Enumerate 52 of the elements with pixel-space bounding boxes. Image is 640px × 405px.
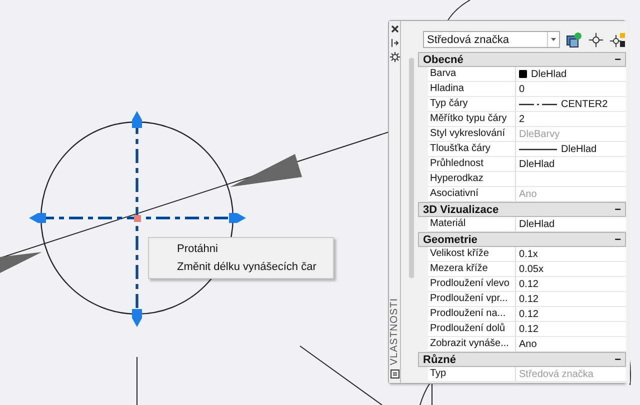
pin-icon[interactable] xyxy=(390,38,400,48)
caret-icon xyxy=(551,38,556,41)
close-icon[interactable] xyxy=(390,24,400,34)
section-header[interactable]: Obecné − xyxy=(418,52,626,67)
property-value[interactable]: 0.12 xyxy=(519,278,538,290)
palette-title: VLASTNOSTI xyxy=(389,298,400,365)
property-label: Velikost kříže xyxy=(428,247,516,262)
property-label: Barva xyxy=(428,67,516,82)
property-value[interactable]: 0.05x xyxy=(519,264,544,274)
scrollbar[interactable] xyxy=(409,58,414,278)
property-label: Hladina xyxy=(428,82,516,97)
property-label: Zobrazit vynáše... xyxy=(428,337,516,352)
property-value[interactable]: 0.12 xyxy=(519,308,538,320)
property-value[interactable]: 0.12 xyxy=(519,324,538,334)
section-header[interactable]: Geometrie − xyxy=(418,232,626,247)
section-header[interactable]: 3D Vizualizace − xyxy=(418,202,626,217)
dash-dot-line-sample xyxy=(519,102,557,106)
property-label: Styl vykreslování xyxy=(428,127,516,142)
solid-line-sample xyxy=(519,148,557,150)
property-value[interactable]: 0.12 xyxy=(519,294,538,304)
property-value[interactable]: 2 xyxy=(519,114,525,124)
section-header[interactable]: Různé − xyxy=(418,352,626,367)
property-label: Tloušťka čáry xyxy=(428,142,516,157)
menu-item[interactable]: Protáhni xyxy=(149,240,333,258)
property-label: Materiál xyxy=(428,217,516,232)
property-label: Průhlednost xyxy=(428,157,516,172)
property-value[interactable]: CENTER2 xyxy=(561,98,608,110)
color-swatch xyxy=(519,70,527,78)
property-label: Měřítko typu čáry xyxy=(428,112,516,127)
panel-icon[interactable] xyxy=(390,369,400,379)
property-label: Prodloužení dolů xyxy=(428,322,516,337)
property-label: Asociativní xyxy=(428,187,516,202)
property-label: Typ xyxy=(428,367,516,382)
property-label: Mezera kříže xyxy=(428,262,516,277)
property-label: Prodloužení vlevo xyxy=(428,277,516,292)
property-label: Prodloužení vpr... xyxy=(428,292,516,307)
settings-icon[interactable] xyxy=(390,52,400,62)
object-type-dropdown[interactable]: Středová značka xyxy=(423,31,560,48)
property-value[interactable]: DleHlad xyxy=(519,218,555,230)
property-value[interactable]: DleHlad xyxy=(531,68,567,80)
select-objects-button[interactable] xyxy=(588,32,604,48)
property-value[interactable]: 0.1x xyxy=(519,248,538,260)
property-value[interactable]: 0 xyxy=(519,84,525,94)
property-value[interactable]: DleHlad xyxy=(561,144,597,154)
property-value[interactable]: Ano xyxy=(519,338,537,350)
property-label: Prodloužení na... xyxy=(428,307,516,322)
toggle-pickadd-button[interactable] xyxy=(610,32,626,48)
property-label: Hyperodkaz xyxy=(428,172,516,187)
quick-select-button[interactable] xyxy=(566,32,582,48)
property-value[interactable]: DleHlad xyxy=(519,158,555,170)
property-label: Typ čáry xyxy=(428,97,516,112)
menu-item[interactable]: Změnit délku vynášecích čar xyxy=(149,258,333,276)
